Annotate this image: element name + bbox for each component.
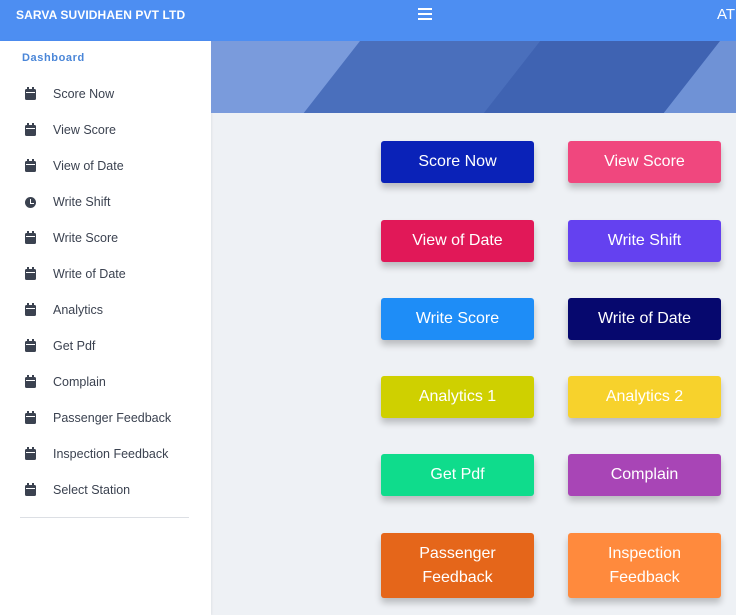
sidebar-item-label: View Score [53, 123, 116, 137]
write-shift-button[interactable]: Write Shift [568, 220, 721, 262]
sidebar-divider [20, 517, 189, 518]
sidebar-item-label: Get Pdf [53, 339, 96, 353]
brand-title[interactable]: SARVA SUVIDHAEN PVT LTD [16, 8, 185, 22]
sidebar-item-label: Write of Date [53, 267, 126, 281]
sidebar-item-label: Passenger Feedback [53, 411, 172, 425]
get-pdf-button[interactable]: Get Pdf [381, 454, 534, 496]
header-banner [211, 41, 736, 113]
tile-label: View Score [604, 153, 685, 170]
sidebar-item-label: Complain [53, 375, 106, 389]
calendar-icon [25, 338, 36, 352]
score-now-button[interactable]: Score Now [381, 141, 534, 183]
analytics-2-button[interactable]: Analytics 2 [568, 376, 721, 418]
calendar-icon [25, 122, 36, 136]
sidebar: Dashboard Score Now View Score View of D… [0, 41, 211, 615]
analytics-1-button[interactable]: Analytics 1 [381, 376, 534, 418]
calendar-icon [25, 374, 36, 388]
sidebar-item-label: Write Shift [53, 195, 111, 209]
sidebar-item-label: Score Now [53, 87, 115, 101]
sidebar-item-analytics[interactable]: Analytics [0, 292, 211, 328]
view-of-date-button[interactable]: View of Date [381, 220, 534, 262]
calendar-icon [25, 302, 36, 316]
sidebar-item-select-station[interactable]: Select Station [0, 472, 211, 508]
tile-label: Analytics 1 [418, 388, 497, 405]
passenger-feedback-button[interactable]: Passenger Feedback [381, 533, 534, 598]
sidebar-item-write-score[interactable]: Write Score [0, 220, 211, 256]
sidebar-item-inspection-feedback[interactable]: Inspection Feedback [0, 436, 211, 472]
inspection-feedback-button[interactable]: Inspection Feedback [568, 533, 721, 598]
tile-label: Write Score [415, 310, 500, 327]
sidebar-item-get-pdf[interactable]: Get Pdf [0, 328, 211, 364]
calendar-icon [25, 266, 36, 280]
sidebar-heading-dashboard[interactable]: Dashboard [22, 52, 85, 64]
sidebar-item-passenger-feedback[interactable]: Passenger Feedback [0, 400, 211, 436]
sidebar-item-label: Write Score [53, 231, 119, 245]
write-of-date-button[interactable]: Write of Date [568, 298, 721, 340]
tile-label: Complain [610, 466, 679, 483]
calendar-icon [25, 86, 36, 100]
tile-label: Score Now [418, 153, 497, 170]
tile-label: Get Pdf [430, 466, 485, 483]
view-score-button[interactable]: View Score [568, 141, 721, 183]
clock-icon [25, 196, 36, 208]
sidebar-menu: Score Now View Score View of Date Write … [0, 76, 211, 508]
sidebar-item-label: Select Station [53, 483, 131, 497]
sidebar-item-label: Analytics [53, 303, 104, 317]
calendar-icon [25, 482, 36, 496]
user-menu[interactable]: AT [717, 6, 735, 23]
sidebar-item-write-of-date[interactable]: Write of Date [0, 256, 211, 292]
tile-label: View of Date [412, 232, 503, 249]
calendar-icon [25, 410, 36, 424]
top-navbar: SARVA SUVIDHAEN PVT LTD AT [0, 0, 736, 41]
calendar-icon [25, 230, 36, 244]
sidebar-item-write-shift[interactable]: Write Shift [0, 184, 211, 220]
tile-label-line2: Feedback [422, 568, 493, 586]
sidebar-item-complain[interactable]: Complain [0, 364, 211, 400]
tile-label: Analytics 2 [605, 388, 684, 405]
calendar-icon [25, 446, 36, 460]
tile-label: Write of Date [597, 310, 692, 327]
tile-label-line1: Inspection [608, 544, 681, 562]
sidebar-item-score-now[interactable]: Score Now [0, 76, 211, 112]
sidebar-item-label: Inspection Feedback [53, 447, 169, 461]
tile-label-line1: Passenger [419, 544, 496, 562]
complain-button[interactable]: Complain [568, 454, 721, 496]
tile-label: Write Shift [607, 232, 682, 249]
write-score-button[interactable]: Write Score [381, 298, 534, 340]
sidebar-item-view-score[interactable]: View Score [0, 112, 211, 148]
sidebar-item-view-of-date[interactable]: View of Date [0, 148, 211, 184]
sidebar-item-label: View of Date [53, 159, 124, 173]
hamburger-menu-icon[interactable] [418, 8, 432, 22]
tile-label-line2: Feedback [609, 568, 680, 586]
calendar-icon [25, 158, 36, 172]
